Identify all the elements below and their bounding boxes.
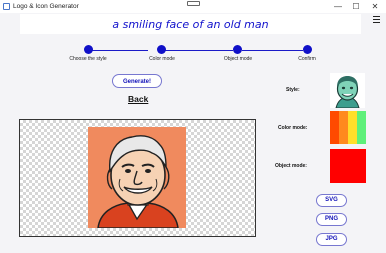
step-connector [92, 49, 148, 51]
window-title: Logo & Icon Generator [13, 3, 79, 10]
step-label: Choose the style [69, 56, 107, 62]
maximize-icon[interactable]: ☐ [348, 0, 364, 13]
style-preview-image [330, 73, 365, 108]
export-jpg-button[interactable]: JPG [316, 233, 347, 246]
back-link[interactable]: Back [128, 94, 148, 104]
minimize-icon[interactable]: — [330, 0, 346, 13]
step-connector [165, 49, 233, 51]
color-swatch [357, 111, 366, 144]
color-swatch [330, 111, 339, 144]
color-swatch [339, 111, 348, 144]
app-icon [3, 3, 10, 10]
step-dot-color-mode [157, 45, 166, 54]
object-mode-label: Object mode: [275, 163, 307, 169]
step-label: Object mode [223, 56, 253, 62]
export-png-button[interactable]: PNG [316, 213, 347, 226]
step-connector [242, 49, 303, 51]
export-svg-button[interactable]: SVG [316, 194, 347, 207]
prompt-display: a smiling face of an old man [20, 14, 361, 34]
color-swatch [348, 111, 357, 144]
object-mode-preview [330, 149, 366, 183]
close-icon[interactable]: ✕ [367, 0, 383, 13]
generate-button[interactable]: Generate! [112, 74, 162, 88]
title-bar: Logo & Icon Generator — ☐ ✕ [0, 0, 386, 13]
color-palette-preview [330, 111, 366, 144]
step-label: Color mode [149, 56, 175, 62]
window-grip-icon[interactable] [187, 1, 200, 6]
color-mode-label: Color mode: [278, 125, 308, 131]
prompt-text: a smiling face of an old man [112, 17, 269, 31]
step-dot-choose-style [84, 45, 93, 54]
step-dot-object-mode [233, 45, 242, 54]
step-dot-confirm [303, 45, 312, 54]
hamburger-menu-icon[interactable] [373, 16, 380, 23]
step-label: Confirm [298, 56, 316, 62]
style-label: Style: [286, 87, 300, 93]
generated-portrait-image [88, 127, 186, 228]
